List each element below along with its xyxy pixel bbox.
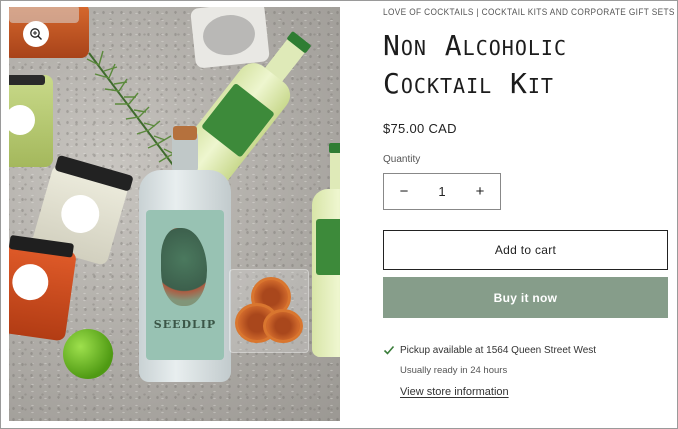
quantity-decrease-button[interactable]: − — [396, 183, 412, 200]
add-to-cart-button[interactable]: Add to cart — [383, 230, 668, 270]
orange-jar-top — [9, 7, 89, 58]
dried-orange-slices — [235, 273, 307, 345]
buy-now-button[interactable]: Buy it now — [383, 277, 668, 318]
pickup-availability: Pickup available at 1564 Queen Street We… — [383, 344, 668, 356]
pickup-text: Pickup available at 1564 Queen Street We… — [400, 344, 597, 356]
magnifier-plus-icon — [30, 28, 42, 40]
quantity-increase-button[interactable]: + — [472, 183, 488, 200]
product-title: Non Alcoholic Cocktail Kit — [383, 27, 668, 103]
seedlip-bottle: SEEDLIP — [139, 126, 231, 382]
quantity-input[interactable]: 1 — [438, 184, 445, 199]
product-title-line2: Cocktail Kit — [383, 67, 554, 100]
product-image[interactable]: SEEDLIP — [9, 7, 340, 421]
tonic-bottle-right — [312, 143, 340, 359]
product-info: LOVE OF COCKTAILS | COCKTAIL KITS AND CO… — [383, 7, 674, 399]
product-price: $75.00 CAD — [383, 121, 457, 136]
vendor-link[interactable]: LOVE OF COCKTAILS | COCKTAIL KITS AND CO… — [383, 7, 674, 17]
lime — [63, 329, 113, 379]
quantity-label: Quantity — [383, 154, 421, 165]
green-jar — [9, 75, 53, 167]
quantity-stepper: − 1 + — [383, 173, 501, 210]
product-title-line1: Non Alcoholic — [383, 29, 567, 62]
pickup-ready-time: Usually ready in 24 hours — [400, 365, 508, 376]
view-store-information-link[interactable]: View store information — [400, 386, 509, 398]
zoom-button[interactable] — [23, 21, 49, 47]
checkmark-icon — [383, 345, 395, 355]
bottle-label-text: SEEDLIP — [153, 318, 217, 331]
